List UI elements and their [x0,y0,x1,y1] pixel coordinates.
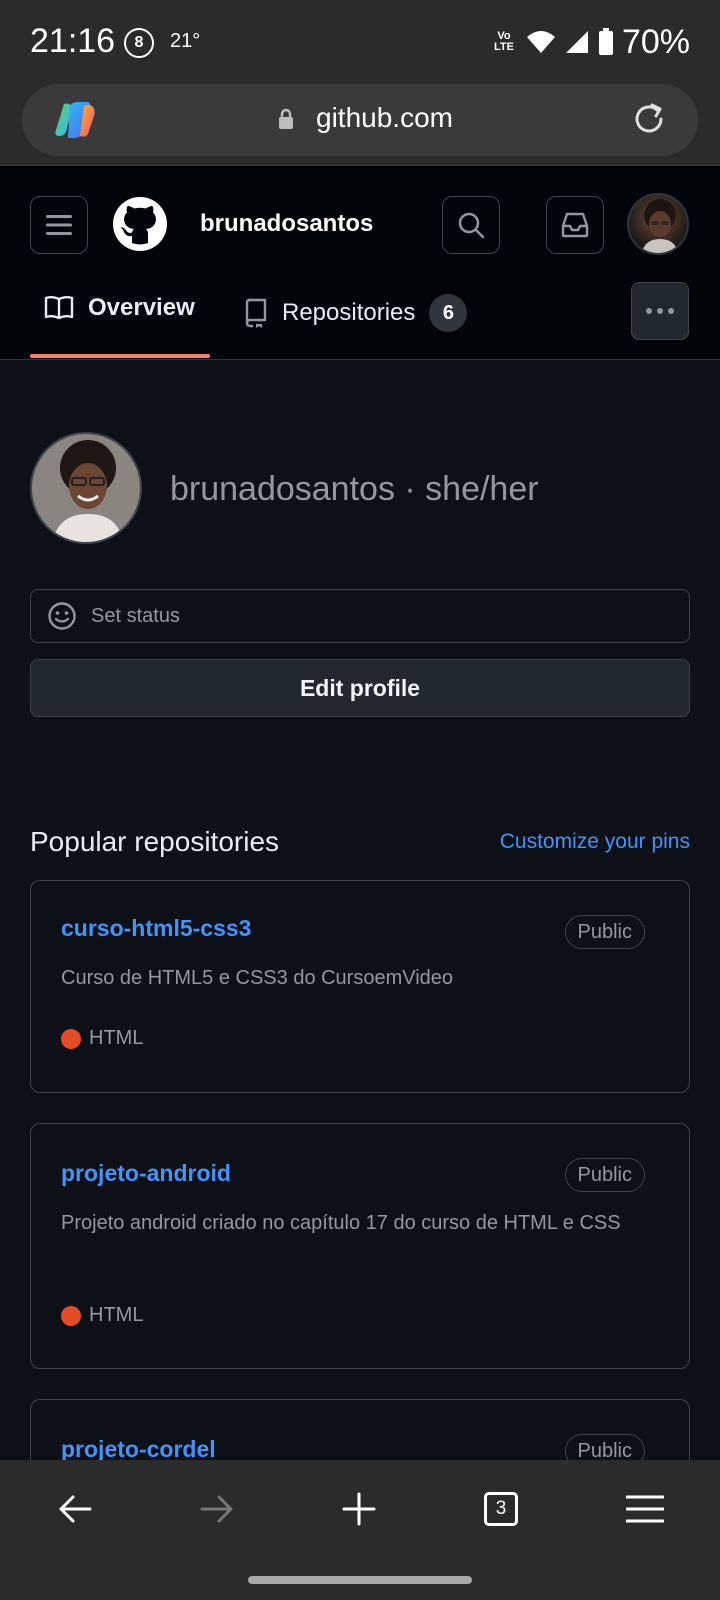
github-header: brunadosantos [0,166,720,266]
customize-pins-link[interactable]: Customize your pins [500,830,690,854]
profile-photo [32,434,140,542]
search-icon [458,212,485,239]
battery-icon [598,28,613,55]
tab-overview[interactable]: Overview [44,294,195,322]
hamburger-icon [46,215,72,235]
repositories-counter: 6 [429,294,468,332]
inbox-button[interactable] [546,196,604,254]
popular-repositories-heading: Popular repositories [30,826,280,857]
signal-icon [565,31,588,53]
plus-icon [342,1492,376,1526]
repo-description: Curso de HTML5 e CSS3 do CursoemVideo [61,967,454,989]
repo-name-link[interactable]: curso-html5-css3 [61,915,251,942]
avatar-photo [641,199,679,253]
repo-card: curso-html5-css3 Public Curso de HTML5 e… [30,880,690,1093]
tab-overview-label: Overview [88,294,195,321]
active-tab-indicator [30,354,210,358]
notification-badge-icon: 8 [124,28,154,58]
visibility-badge: Public [564,1158,645,1192]
volte-icon: Vo LTE [493,30,514,53]
set-status-button[interactable]: Set status [30,589,690,643]
system-gesture-area [0,1558,720,1600]
tab-repositories[interactable]: Repositories 6 [244,294,468,332]
more-tabs-button[interactable] [631,282,689,340]
profile-avatar[interactable] [30,432,142,544]
status-bar: 21:16 8 21° Vo LTE 70% [0,0,720,82]
repo-language-label: HTML [89,1027,144,1049]
reload-icon[interactable] [630,100,668,138]
profile-username-pronouns: brunadosantos · she/her [170,470,539,508]
repo-language: HTML [61,1027,143,1050]
smiley-icon [48,602,76,630]
wifi-icon [526,31,555,53]
status-time: 21:16 [30,22,116,60]
profile-tabs: Overview Repositories 6 [0,266,720,360]
header-username[interactable]: brunadosantos [200,210,373,238]
browser-menu-button[interactable] [620,1484,670,1534]
tab-count-icon: 3 [484,1492,518,1526]
url-text[interactable]: github.com [316,102,453,134]
repo-icon [245,298,267,328]
user-avatar[interactable] [627,193,689,255]
book-icon [44,296,74,320]
search-button[interactable] [442,196,500,254]
arrow-right-icon [200,1495,233,1523]
home-gesture-bar[interactable] [248,1576,472,1584]
repo-name-link[interactable]: projeto-cordel [61,1436,216,1463]
repo-name-link[interactable]: projeto-android [61,1160,231,1187]
browser-toolbar: github.com [0,82,720,166]
github-logo-icon[interactable] [112,196,168,252]
tabs-button[interactable]: 3 [476,1484,526,1534]
forward-button[interactable] [192,1484,242,1534]
hamburger-menu-button[interactable] [30,196,88,254]
arrow-left-icon [59,1495,92,1523]
back-button[interactable] [50,1484,100,1534]
inbox-icon [561,212,589,238]
menu-icon [626,1495,664,1523]
visibility-badge: Public [564,915,645,949]
lock-icon [279,108,293,129]
new-tab-button[interactable] [334,1484,384,1534]
repo-language-label: HTML [89,1304,144,1326]
language-color-dot [61,1028,81,1049]
battery-percentage: 70% [621,22,690,61]
copilot-icon[interactable] [54,102,96,138]
kebab-horizontal-icon [646,308,674,314]
edit-profile-button[interactable]: Edit profile [30,659,690,717]
language-color-dot [61,1305,81,1326]
address-bar[interactable]: github.com [22,84,698,156]
repo-card: projeto-android Public Projeto android c… [30,1123,690,1369]
set-status-label: Set status [91,604,180,627]
browser-bottom-nav: 3 [0,1460,720,1558]
repo-description: Projeto android criado no capítulo 17 do… [61,1212,621,1234]
edit-profile-label: Edit profile [299,674,421,701]
status-icons: Vo LTE 70% [490,22,690,62]
repo-language: HTML [61,1304,143,1327]
weather-temperature: 21° [170,30,201,52]
tab-repositories-label: Repositories [282,299,416,326]
